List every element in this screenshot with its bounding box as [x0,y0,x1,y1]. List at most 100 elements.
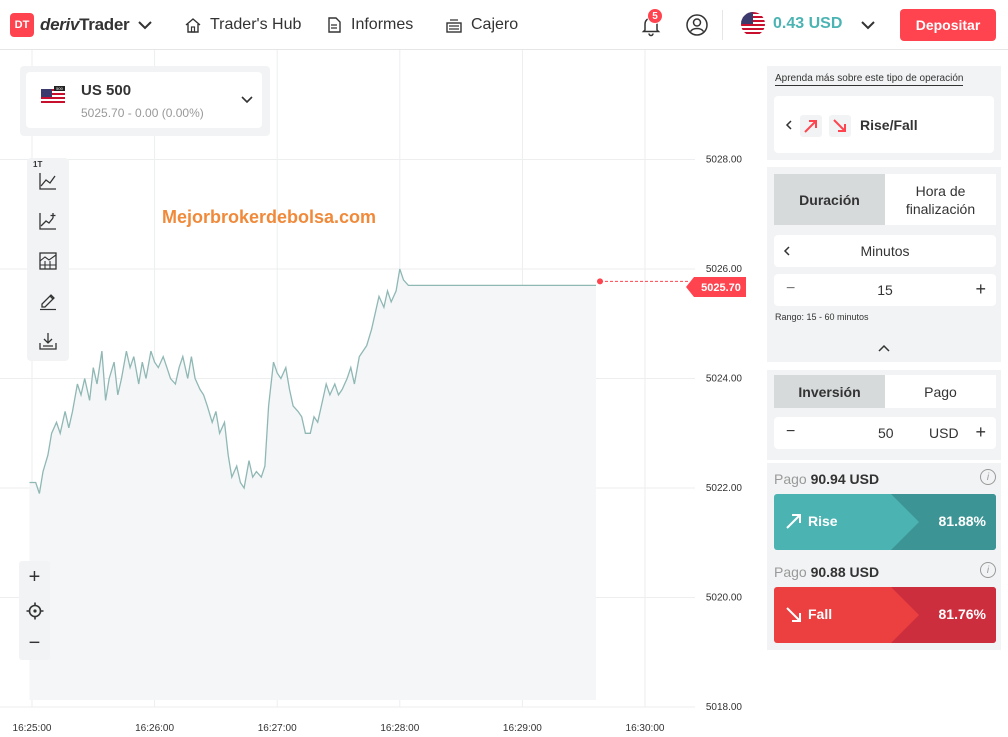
tab-end-time[interactable]: Hora de finalización [885,174,996,225]
y-tick-label: 5022.00 [706,483,743,494]
watermark-text: Mejorbrokerdebolsa.com [162,207,377,227]
indicators-button[interactable] [33,206,63,236]
chart-type-button[interactable] [33,166,63,196]
trade-parameters-sidebar: Aprenda más sobre este tipo de operación… [760,50,1008,737]
fall-percent: 81.76% [938,606,986,622]
stake-decrement-button[interactable]: − [786,423,795,441]
duration-value: 15 [877,282,893,298]
fall-payout-label: Pago [774,564,807,580]
indicators-icon [39,213,56,230]
chevron-down-icon[interactable] [136,16,154,34]
nav-label: Informes [351,16,414,33]
current-price-label: 5025.70 [701,282,741,294]
duration-unit-value: Minutos [860,243,910,259]
symbol-selector-card: 500 US 500 5025.70 - 0.00 (0.00%) [20,66,270,136]
templates-icon [39,252,57,270]
fall-arrow-icon [786,607,801,622]
flag-label: 500 [56,86,63,91]
rise-arrow-icon [786,514,801,529]
nav-traders-hub[interactable]: Trader's Hub [184,13,301,37]
nav-label: Trader's Hub [210,16,302,33]
duration-panel: Duración Hora de finalización Minutos − 1… [767,167,1001,362]
symbol-quote: 5025.70 - 0.00 (0.00%) [81,106,204,120]
nav-label: Cajero [471,16,519,33]
zoom-controls: + − [19,561,50,660]
crosshair-button[interactable] [19,594,50,627]
stake-currency: USD [929,425,959,441]
stake-panel: Inversión Pago − 50 USD + [767,370,1001,460]
trade-type-label: Rise/Fall [860,117,918,133]
duration-increment-button[interactable]: + [975,279,986,300]
duration-range-text: Rango: 15 - 60 minutos [775,312,869,322]
y-tick-label: 5024.00 [706,374,743,385]
zoom-in-button[interactable]: + [19,561,50,594]
symbol-name: US 500 [81,82,132,99]
drawing-tools-button[interactable] [33,286,63,316]
trade-type-selector[interactable]: Rise/Fall [774,96,994,153]
deriv-trader-logo[interactable]: DT derivTrader [10,13,130,37]
top-header: DT derivTrader Trader's Hub Informes Caj… [0,0,1008,50]
info-icon[interactable]: i [980,562,996,578]
learn-more-link[interactable]: Aprenda más sobre este tipo de operación [775,73,964,86]
chevron-down-icon[interactable] [858,15,878,35]
tab-stake[interactable]: Inversión [774,375,885,408]
deposit-button[interactable]: Depositar [900,9,996,41]
price-area-fill [29,269,596,700]
chart-area[interactable]: 5018.00 5020.00 5022.00 5024.00 5026.00 5028.… [0,50,760,737]
crosshair-icon [26,602,43,619]
templates-button[interactable] [33,246,63,276]
fall-label: Fall [808,606,833,622]
price-chart[interactable]: 5018.00 5020.00 5022.00 5024.00 5026.00 5028.… [0,50,760,737]
rise-purchase-button[interactable]: Rise 81.88% [774,494,996,550]
fall-payout-value: 90.88 USD [810,564,880,580]
nav-cajero[interactable]: Cajero [445,13,518,37]
logo-badge: DT [10,13,34,37]
tab-payout[interactable]: Pago [885,375,996,408]
y-tick-label: 5018.00 [706,702,743,713]
purchase-panel: Pago 90.94 USD i Rise 81.88% Pago 90.88 … [767,463,1001,650]
logo-text: derivTrader [40,15,130,35]
chevron-left-icon [785,120,792,130]
rise-payout-label: Pago [774,471,807,487]
logo-brand: deriv [40,15,80,34]
usd-flag-icon [741,12,765,36]
fall-purchase-button[interactable]: Fall 81.76% [774,587,996,643]
tab-duration[interactable]: Duración [774,174,885,225]
fall-payout-info: Pago 90.88 USD [774,564,879,580]
current-price-dot [597,278,603,285]
duration-stepper[interactable]: − 15 + [774,274,996,306]
account-icon[interactable] [685,13,709,37]
info-icon[interactable]: i [980,469,996,485]
trade-type-panel: Aprenda más sobre este tipo de operación… [767,66,1001,160]
cashier-icon [446,19,462,33]
line-chart-icon [39,173,56,190]
x-tick-label: 16:30:00 [626,723,665,734]
account-balance[interactable]: 0.43 USD [773,15,842,33]
x-tick-label: 16:29:00 [503,723,542,734]
rise-label: Rise [808,513,838,529]
rise-payout-value: 90.94 USD [810,471,880,487]
stake-increment-button[interactable]: + [975,422,986,443]
x-tick-label: 16:25:00 [13,723,52,734]
stake-stepper[interactable]: − 50 USD + [774,417,996,449]
chevron-down-icon[interactable] [239,92,255,108]
rise-payout-info: Pago 90.94 USD [774,471,879,487]
nav-informes[interactable]: Informes [325,13,413,37]
chevron-up-icon[interactable] [878,344,890,352]
download-button[interactable] [33,326,63,356]
y-tick-label: 5026.00 [706,264,743,275]
chart-toolbar: 1T [27,158,69,361]
download-icon [39,333,57,350]
y-tick-label: 5020.00 [706,593,743,604]
zoom-out-button[interactable]: − [19,627,50,660]
rise-percent: 81.88% [938,513,986,529]
notification-count-badge: 5 [647,8,663,24]
tab-end-time-line2: finalización [905,200,976,217]
duration-unit-selector[interactable]: Minutos [774,235,996,267]
current-price-tag: 5025.70 [686,277,746,297]
x-tick-label: 16:28:00 [380,723,419,734]
y-tick-label: 5028.00 [706,155,743,166]
x-tick-label: 16:26:00 [135,723,174,734]
symbol-selector[interactable]: 500 US 500 5025.70 - 0.00 (0.00%) [26,72,262,128]
logo-product: Trader [79,15,130,34]
